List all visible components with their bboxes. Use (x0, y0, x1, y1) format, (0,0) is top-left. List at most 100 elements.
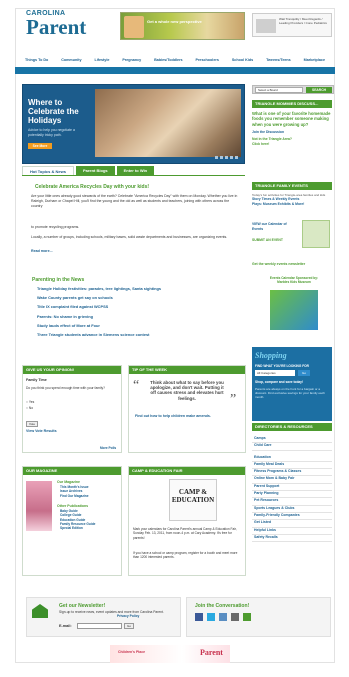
more-polls-link[interactable]: More Polls (100, 446, 116, 450)
mag-link[interactable]: Find Our Magazine (60, 494, 89, 498)
nav-lifestyle[interactable]: Lifestyle (94, 58, 109, 62)
poll-option-no[interactable]: ○ No (26, 406, 33, 410)
main-nav: Things To Do Community Lifestyle Pregnan… (15, 55, 335, 65)
board-select[interactable]: Select a Board (255, 87, 303, 93)
mag-links-1: This Month's Issue Issue Archives Find O… (60, 485, 89, 498)
nav-community[interactable]: Community (61, 58, 81, 62)
mag-links-2: Baby Guide College Guide Education Guide… (60, 509, 95, 530)
dir-parent-support[interactable]: Parent Support (252, 484, 332, 492)
poll-box: GIVE US YOUR OPINION! Family Time Do you… (22, 365, 122, 453)
open-quote-icon: “ (133, 378, 140, 393)
directory-head: DIRECTORIES & RESOURCES (252, 423, 332, 431)
dir-get-listed[interactable]: Get Listed (252, 520, 332, 528)
header-ad[interactable]: Get a whole new perspective (120, 12, 245, 40)
rss-icon[interactable] (243, 613, 251, 621)
facebook-icon[interactable] (195, 613, 203, 621)
news-item[interactable]: Title IX complaint filed against WCPSS (37, 304, 237, 313)
twitter-icon[interactable] (207, 613, 215, 621)
magazine-cover[interactable] (26, 481, 52, 531)
dir-recalls[interactable]: Safety Recalls (252, 535, 332, 543)
plays-link[interactable]: Plays: Museum Exhibits & More! (252, 202, 332, 207)
nav-marketplace[interactable]: Marketplace (304, 58, 325, 62)
events-head: TRIANGLE FAMILY EVENTS (252, 182, 332, 190)
sponsor-ad[interactable] (270, 290, 318, 330)
shopping-go-button[interactable]: Go (298, 370, 310, 376)
dir-sports[interactable]: Sports Leagues & Clubs (252, 506, 332, 513)
magazine-head: OUR MAGAZINE (23, 467, 121, 475)
dir-pet[interactable]: Pet Resources (252, 498, 332, 506)
calendar-image[interactable] (302, 220, 330, 248)
dir-baby-fair[interactable]: Online Mom & Baby Fair (252, 476, 332, 484)
dir-education[interactable]: Education (252, 455, 332, 462)
article-p1: Are your little ones already good stewar… (31, 194, 238, 208)
join-discussion-link[interactable]: Join the Discussion (252, 130, 332, 135)
news-item[interactable]: Triangle Holiday festivities: parades, t… (37, 286, 237, 295)
poll-label: Family Time (26, 378, 47, 382)
hero-title: Where to Celebrate the Holidays (28, 98, 79, 125)
category-dropdown[interactable]: All Categories (255, 370, 295, 376)
events-newsletter-link[interactable]: Get the weekly events newsletter (252, 262, 332, 267)
tip-link[interactable]: Find out how to help children make amend… (135, 414, 225, 418)
conversation-title: Join the Conversation! (195, 603, 250, 609)
slider-dots[interactable] (215, 156, 238, 159)
nav-tweens[interactable]: Tweens/Teens (266, 58, 291, 62)
footer-ad[interactable]: Children's Place Parent (110, 645, 230, 663)
dir-companies[interactable]: Family-Friendly Companies (252, 513, 332, 521)
view-calendar-link[interactable]: VIEW our Calendar of Events (252, 222, 292, 231)
news-item[interactable]: Three Triangle students advance in Sieme… (37, 332, 237, 341)
hero-button[interactable]: See More (28, 143, 52, 149)
mag-link[interactable]: Special Edition (60, 526, 95, 530)
nav-babies[interactable]: Babies/Toddlers (154, 58, 182, 62)
vote-results-link[interactable]: View Vote Results (26, 429, 57, 433)
news-item[interactable]: Wake County parents get say on schools (37, 295, 237, 304)
email-icon[interactable] (231, 613, 239, 621)
mommies-question[interactable]: What is one of your favorite homemade fo… (252, 111, 332, 127)
poll-question: Do you think you spend enough time with … (26, 386, 105, 390)
magazine-box: OUR MAGAZINE Our Magazine This Month's I… (22, 466, 122, 576)
newsletter-box: Get our Newsletter! Sign-up to receive n… (26, 597, 181, 637)
search-button[interactable]: SEARCH (306, 87, 332, 93)
shopping-t2: Parents are always on the hunt for a bar… (255, 387, 325, 399)
tab-hot-topics[interactable]: Hot Topics & News (22, 166, 74, 175)
tip-box: TIP OF THE WEEK “ Think about what to sa… (128, 365, 246, 453)
nav-preschoolers[interactable]: Preschoolers (196, 58, 219, 62)
sponsor-text: Events Calendar Sponsored by: Marbles Ki… (269, 276, 319, 284)
nav-things-to-do[interactable]: Things To Do (25, 58, 48, 62)
newsletter-go-button[interactable]: Go (124, 623, 134, 629)
vote-button[interactable]: Vote (26, 421, 38, 427)
hero-photo[interactable] (95, 89, 241, 157)
dir-meal-deals[interactable]: Family Meal Deals (252, 462, 332, 470)
hero-banner[interactable]: Where to Celebrate the Holidays Advice t… (22, 84, 245, 164)
poll-option-yes[interactable]: ○ Yes (26, 400, 34, 404)
news-item[interactable]: Parents: No shame in grieving (37, 314, 237, 323)
privacy-link[interactable]: Privacy Policy (117, 614, 139, 618)
submit-event-link[interactable]: SUBMIT AN EVENT (252, 238, 283, 243)
camp-text-1: Mark your calendars for Carolina Parent'… (133, 527, 237, 540)
ad-logo (256, 19, 276, 33)
site-logo[interactable]: Parent (26, 16, 86, 38)
not-in-triangle-link[interactable]: Not in the Triangle Area? Click here! (252, 137, 297, 146)
nav-school-kids[interactable]: School Kids (232, 58, 253, 62)
tab-enter-to-win[interactable]: Enter to Win (116, 166, 155, 175)
article-title[interactable]: Celebrate America Recycles Day with your… (35, 184, 149, 190)
dir-party[interactable]: Party Planning (252, 491, 332, 499)
tab-parent-blogs[interactable]: Parent Blogs (75, 166, 115, 175)
dir-child-care[interactable]: Child Care (252, 443, 332, 451)
hero-desc: Advice to help you negotiate a potential… (28, 128, 75, 137)
news-title: Parenting in the News (32, 277, 85, 283)
mommies-head: TRIANGLE MOMMIES DISCUSS... (252, 100, 332, 108)
dir-helpful[interactable]: Helpful Links (252, 528, 332, 535)
email-field[interactable] (77, 623, 122, 629)
right-header-ad[interactable]: Wait Tranquility / Meet Regards / Leadin… (252, 13, 332, 37)
camp-head: CAMP & EDUCATION FAIR (129, 467, 245, 475)
dir-camps[interactable]: Camps (252, 436, 332, 444)
close-quote-icon: ” (230, 392, 237, 407)
news-item[interactable]: Study lauds effect of More at Four (37, 323, 237, 332)
camp-logo[interactable]: CAMP & EDUCATION (169, 479, 217, 521)
blog-icon[interactable] (219, 613, 227, 621)
dir-fitness[interactable]: Fitness Programs & Classes (252, 469, 332, 477)
nav-pregnancy[interactable]: Pregnancy (122, 58, 141, 62)
board-search: Select a Board SEARCH (252, 85, 334, 94)
read-more-link[interactable]: Read more... (31, 249, 53, 253)
footer-ad-text: Children's Place (118, 650, 146, 654)
